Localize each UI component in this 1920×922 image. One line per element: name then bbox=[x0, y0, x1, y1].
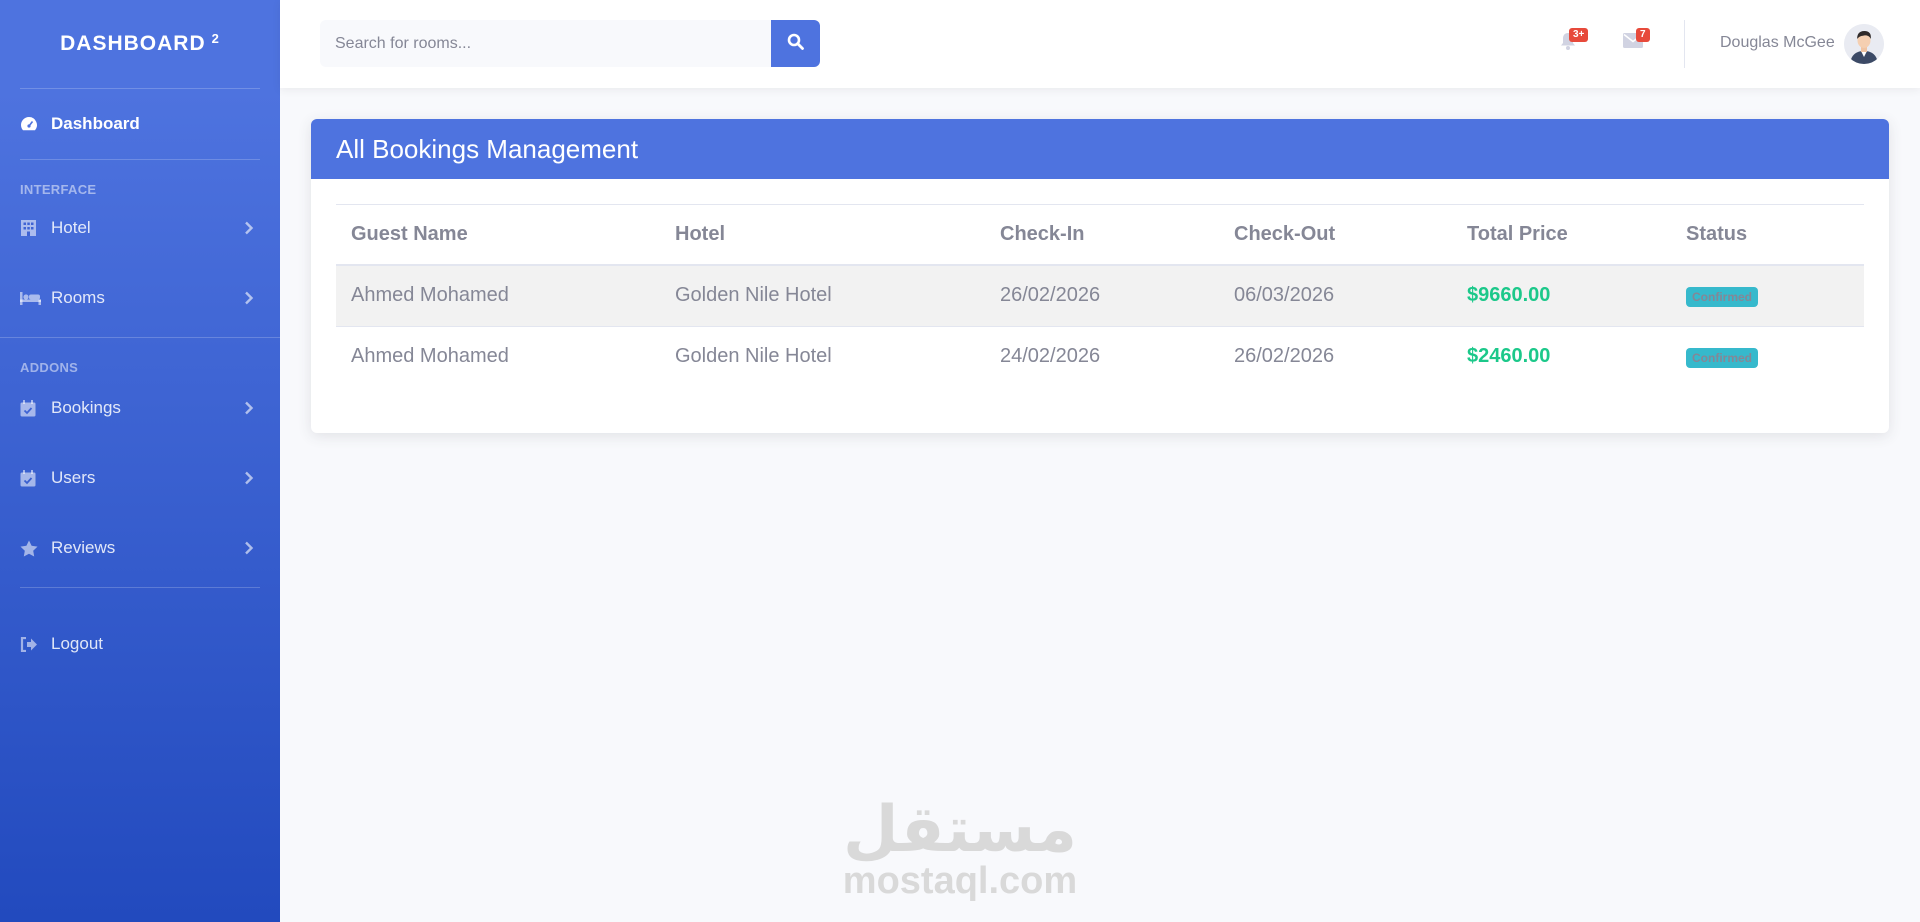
table-row: Ahmed Mohamed Golden Nile Hotel 26/02/20… bbox=[336, 265, 1864, 327]
sidebar-item-reviews[interactable]: Reviews bbox=[0, 517, 280, 579]
sidebar-item-label: Users bbox=[51, 468, 96, 487]
column-header-hotel: Hotel bbox=[660, 205, 985, 266]
hotel-cell: Golden Nile Hotel bbox=[675, 345, 832, 368]
brand-superscript: 2 bbox=[211, 30, 220, 46]
chevron-right-icon bbox=[244, 221, 254, 235]
search-button[interactable] bbox=[771, 20, 820, 67]
status-badge: Confirmed bbox=[1686, 287, 1758, 308]
sidebar-heading-interface: INTERFACE bbox=[20, 182, 97, 197]
watermark-arabic: مستقل bbox=[842, 793, 1078, 867]
status-cell: Confirmed bbox=[1671, 326, 1864, 387]
sidebar-item-label: Rooms bbox=[51, 288, 105, 307]
status-badge: Confirmed bbox=[1686, 348, 1758, 369]
chevron-right-icon bbox=[244, 471, 254, 485]
total-price-cell: $9660.00 bbox=[1452, 265, 1671, 327]
hotel-cell: Golden Nile Hotel bbox=[660, 265, 985, 327]
bookings-card: All Bookings Management Guest Name Hotel… bbox=[311, 119, 1889, 433]
tachometer-icon bbox=[20, 115, 51, 133]
guest-name-cell: Ahmed Mohamed bbox=[336, 265, 660, 327]
messages-button[interactable]: 7 bbox=[1620, 28, 1650, 56]
sign-out-icon bbox=[20, 636, 51, 652]
topbar-divider bbox=[1684, 20, 1685, 68]
column-header-check-in: Check-In bbox=[985, 205, 1219, 266]
check-out-cell: 06/03/2026 bbox=[1219, 265, 1452, 327]
sidebar-heading-addons: ADDONS bbox=[20, 360, 79, 375]
bed-icon bbox=[20, 291, 51, 305]
sidebar-item-rooms[interactable]: Rooms bbox=[0, 259, 280, 337]
sidebar-item-label: Dashboard bbox=[51, 114, 140, 133]
sidebar-item-users[interactable]: Users bbox=[0, 439, 280, 517]
search-input[interactable] bbox=[320, 20, 771, 67]
chevron-right-icon bbox=[244, 401, 254, 415]
bookings-table: Guest Name Hotel Check-In Check-Out Tota… bbox=[336, 205, 1864, 387]
calendar-check-icon bbox=[20, 469, 51, 487]
table-row: Ahmed Mohamed Golden Nile Hotel 24/02/20… bbox=[336, 326, 1864, 387]
chevron-right-icon bbox=[244, 541, 254, 555]
check-out-cell: 26/02/2026 bbox=[1234, 345, 1335, 368]
messages-badge: 7 bbox=[1636, 28, 1650, 42]
status-cell: Confirmed bbox=[1671, 265, 1864, 327]
building-icon bbox=[20, 219, 51, 237]
sidebar-item-label: Reviews bbox=[51, 538, 116, 557]
column-header-guest: Guest Name bbox=[336, 205, 660, 266]
column-header-status: Status bbox=[1671, 205, 1864, 266]
card-title: All Bookings Management bbox=[311, 119, 1889, 179]
bookings-table-wrapper: Guest Name Hotel Check-In Check-Out Tota… bbox=[336, 205, 1864, 387]
table-header-row: Guest Name Hotel Check-In Check-Out Tota… bbox=[336, 205, 1864, 266]
sidebar-item-hotel[interactable]: Hotel bbox=[0, 197, 280, 259]
column-header-check-out: Check-Out bbox=[1219, 205, 1452, 266]
sidebar-divider bbox=[20, 159, 260, 160]
sidebar-item-bookings[interactable]: Bookings bbox=[0, 377, 280, 439]
alerts-badge: 3+ bbox=[1569, 28, 1589, 42]
avatar[interactable] bbox=[1844, 24, 1884, 64]
sidebar-divider bbox=[0, 337, 280, 338]
column-header-total-price: Total Price bbox=[1452, 205, 1671, 266]
total-price-cell: $2460.00 bbox=[1467, 345, 1551, 368]
topbar: 3+ 7 Douglas McGee bbox=[280, 0, 1920, 88]
sidebar-item-label: Hotel bbox=[51, 218, 91, 237]
search-form bbox=[320, 20, 820, 67]
calendar-check-icon bbox=[20, 399, 51, 417]
alerts-button[interactable]: 3+ bbox=[1555, 28, 1589, 56]
guest-name-cell: Ahmed Mohamed bbox=[351, 345, 509, 368]
sidebar-item-label: Bookings bbox=[51, 398, 121, 417]
sidebar-brand[interactable]: DASHBOARD 2 bbox=[0, 0, 280, 88]
star-icon bbox=[20, 540, 51, 557]
check-in-cell: 26/02/2026 bbox=[985, 265, 1219, 327]
check-in-cell: 24/02/2026 bbox=[1000, 345, 1101, 368]
watermark: مستقل mostaql.com bbox=[840, 795, 1080, 901]
sidebar-item-logout[interactable]: Logout bbox=[0, 588, 280, 700]
chevron-right-icon bbox=[244, 291, 254, 305]
sidebar: DASHBOARD 2 Dashboard INTERFACE Hotel Roo… bbox=[0, 0, 280, 922]
search-icon bbox=[787, 33, 804, 55]
sidebar-item-dashboard[interactable]: Dashboard bbox=[0, 89, 280, 159]
watermark-latin: mostaql.com bbox=[842, 860, 1078, 902]
user-name[interactable]: Douglas McGee bbox=[1720, 34, 1835, 52]
brand-text: DASHBOARD bbox=[60, 32, 206, 55]
sidebar-item-label: Logout bbox=[51, 634, 103, 653]
